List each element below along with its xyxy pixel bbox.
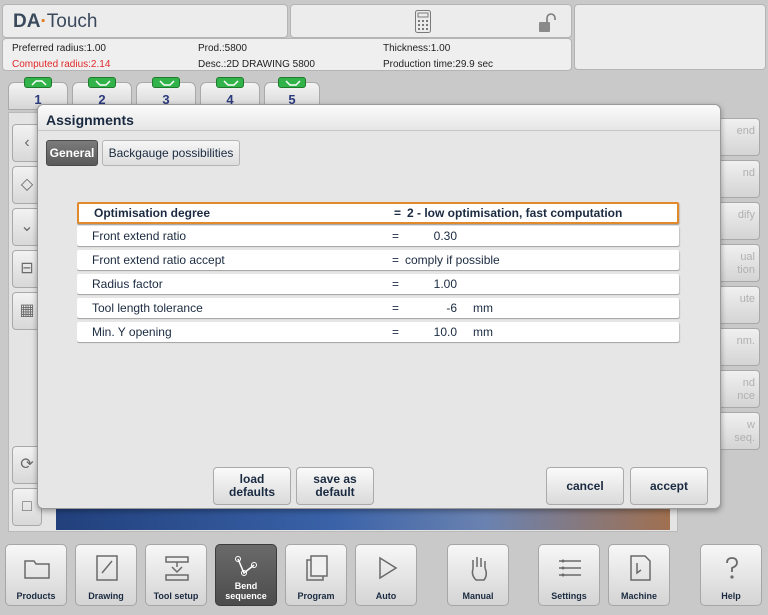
program-icon [306, 555, 328, 581]
thickness: Thickness:1.00 [383, 43, 451, 54]
accept-button[interactable]: accept [630, 467, 708, 505]
dialog-title: Assignments [46, 112, 134, 128]
simulation-canvas [56, 508, 670, 530]
load-defaults-button[interactable]: load defaults [213, 467, 291, 505]
nav-auto[interactable]: Auto [355, 544, 417, 606]
settings-list-icon [559, 559, 581, 577]
hand-icon [471, 557, 488, 581]
row-min-y-opening[interactable]: Min. Y opening = 10.0 mm [77, 322, 679, 342]
help-icon [726, 557, 738, 579]
nav-manual[interactable]: Manual [447, 544, 509, 606]
nav-settings[interactable]: Settings [538, 544, 600, 606]
tool-setup-icon [165, 556, 189, 581]
folder-icon [24, 560, 50, 579]
bend-type-icon [152, 77, 180, 88]
unlock-icon[interactable] [538, 13, 556, 33]
play-icon [379, 556, 398, 580]
preferred-radius: Preferred radius:1.00 [12, 43, 106, 54]
calculator-icon[interactable] [415, 10, 431, 33]
bend-type-icon [278, 77, 306, 88]
product-description: Desc.:2D DRAWING 5800 [198, 59, 315, 70]
status-panel [290, 4, 572, 38]
assignments-dialog: Assignments General Backgauge possibilit… [37, 104, 721, 509]
row-optimisation-degree[interactable]: Optimisation degree = 2 - low optimisati… [77, 202, 679, 224]
machine-icon [630, 555, 651, 581]
drawing-icon [96, 555, 118, 581]
bend-type-icon [216, 77, 244, 88]
row-front-extend-ratio[interactable]: Front extend ratio = 0.30 [77, 226, 679, 246]
cancel-button[interactable]: cancel [546, 467, 624, 505]
bend-sequence-icon [235, 556, 257, 576]
bend-type-icon [88, 77, 116, 88]
nav-drawing[interactable]: Drawing [75, 544, 137, 606]
bend-type-icon [24, 77, 52, 88]
tab-backgauge-possibilities[interactable]: Backgauge possibilities [102, 140, 240, 166]
logo-panel: DA·Touch [2, 4, 288, 38]
nav-bend-sequence[interactable]: Bend sequence [215, 544, 277, 606]
row-front-extend-ratio-accept[interactable]: Front extend ratio accept = comply if po… [77, 250, 679, 270]
nav-program[interactable]: Program [285, 544, 347, 606]
right-top-panel [574, 4, 766, 70]
nav-help[interactable]: Help [700, 544, 762, 606]
row-radius-factor[interactable]: Radius factor = 1.00 [77, 274, 679, 294]
product-number: Prod.:5800 [198, 43, 247, 54]
dialog-title-bar: Assignments [38, 105, 720, 131]
app-logo: DA·Touch [13, 11, 98, 32]
save-as-default-button[interactable]: save as default [296, 467, 374, 505]
product-info-panel: Preferred radius:1.00 Computed radius:2.… [2, 38, 572, 71]
computed-radius: Computed radius:2.14 [12, 59, 111, 70]
row-tool-length-tolerance[interactable]: Tool length tolerance = -6 mm [77, 298, 679, 318]
nav-machine[interactable]: Machine [608, 544, 670, 606]
production-time: Production time:29.9 sec [383, 59, 494, 70]
nav-tool-setup[interactable]: Tool setup [145, 544, 207, 606]
tab-general[interactable]: General [46, 140, 98, 166]
nav-products[interactable]: Products [5, 544, 67, 606]
